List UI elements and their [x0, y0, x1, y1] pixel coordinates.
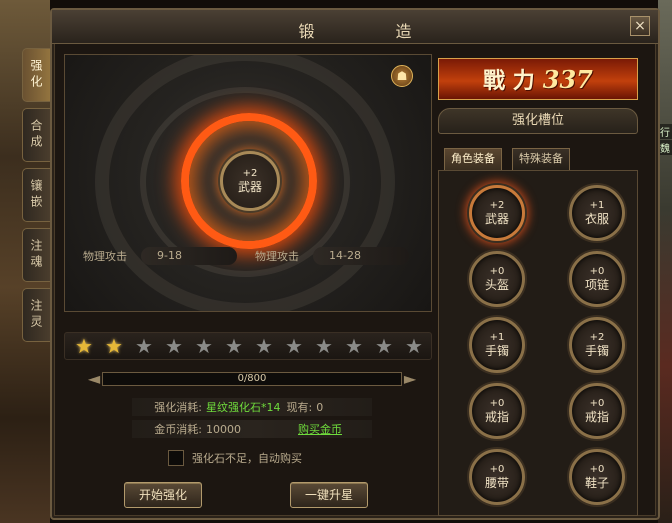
slot-ring-right[interactable]: +0 戒指	[569, 383, 625, 439]
close-button[interactable]: ×	[630, 16, 650, 36]
material-have-label: 现有:	[286, 401, 313, 414]
slot-name: 戒指	[484, 410, 509, 424]
progress-track: 0/800	[102, 372, 402, 386]
star-empty-icon: ★	[285, 334, 303, 358]
star-empty-icon: ★	[315, 334, 333, 358]
current-stat-value: 9-18	[141, 247, 237, 265]
one-click-upstar-button[interactable]: 一键升星	[290, 482, 368, 508]
selected-item-slot[interactable]: +2 武器	[220, 151, 280, 211]
star-empty-icon: ★	[165, 334, 183, 358]
tab-special-equipment[interactable]: 特殊装备	[512, 148, 570, 170]
material-cost-value: 星纹强化石*14	[206, 401, 281, 414]
combat-power-value: 337	[542, 64, 593, 94]
star-empty-icon: ★	[405, 334, 423, 358]
tab-inlay[interactable]: 镶嵌	[22, 168, 50, 222]
tab-character-equipment[interactable]: 角色装备	[444, 148, 502, 170]
slot-name: 腰带	[484, 476, 509, 490]
tab-strengthen[interactable]: 强化	[22, 48, 50, 102]
slot-ring-left[interactable]: +0 戒指	[469, 383, 525, 439]
material-have-value: 0	[316, 400, 324, 414]
star-empty-icon: ★	[225, 334, 243, 358]
star-filled-icon: ★	[105, 334, 123, 358]
selected-item-level: +2	[242, 168, 258, 179]
progress-text: 0/800	[237, 373, 267, 384]
material-cost-label: 强化消耗:	[154, 401, 202, 414]
material-cost-row: 强化消耗: 星纹强化石*14 现有: 0	[132, 398, 372, 416]
slot-weapon[interactable]: +2 武器	[469, 185, 525, 241]
gold-cost-row: 金币消耗: 10000 购买金币	[132, 420, 372, 438]
gold-cost-label: 金币消耗:	[154, 423, 202, 436]
slot-level: +2	[489, 200, 505, 211]
tab-soul-infuse[interactable]: 注魂	[22, 228, 50, 282]
combat-power-label: 戰 力	[483, 68, 535, 94]
star-filled-icon: ★	[75, 334, 93, 358]
slot-name: 项链	[584, 278, 609, 292]
selected-item-name: 武器	[237, 180, 262, 194]
slot-necklace[interactable]: +0 项链	[569, 251, 625, 307]
strengthen-progress: ◄ 0/800 ►	[82, 368, 422, 390]
next-stat-label: 物理攻击	[255, 250, 299, 263]
next-stat-value: 14-28	[313, 247, 409, 265]
star-empty-icon: ★	[255, 334, 273, 358]
slot-belt[interactable]: +0 腰带	[469, 449, 525, 505]
star-empty-icon: ★	[135, 334, 153, 358]
background-scene-right: 行 魏	[658, 0, 672, 523]
slot-level: +0	[489, 464, 505, 475]
slot-name: 手镯	[484, 344, 509, 358]
item-preview-panel: +2 武器 ☗ 物理攻击 9-18 物理攻击 14-28	[64, 54, 432, 312]
slot-helmet[interactable]: +0 头盔	[469, 251, 525, 307]
slot-level: +0	[589, 266, 605, 277]
next-stat: 物理攻击 14-28	[255, 247, 409, 265]
slot-name: 鞋子	[584, 476, 609, 490]
start-strengthen-button[interactable]: 开始强化	[124, 482, 202, 508]
slot-clothes[interactable]: +1 衣服	[569, 185, 625, 241]
tab-spirit-infuse[interactable]: 注灵	[22, 288, 50, 342]
slot-level: +0	[489, 266, 505, 277]
slot-bracelet-left[interactable]: +1 手镯	[469, 317, 525, 373]
slot-level: +1	[589, 200, 605, 211]
slot-level: +0	[589, 398, 605, 409]
slot-name: 头盔	[484, 278, 509, 292]
slot-name: 衣服	[584, 212, 609, 226]
slot-level: +0	[589, 464, 605, 475]
auto-buy-option: 强化石不足，自动购买	[168, 450, 302, 466]
gold-cost-value: 10000	[206, 422, 241, 436]
slot-level: +2	[589, 332, 605, 343]
auto-buy-label: 强化石不足，自动购买	[192, 452, 302, 465]
buy-gold-link[interactable]: 购买金币	[298, 421, 342, 437]
star-empty-icon: ★	[345, 334, 363, 358]
current-stat-label: 物理攻击	[83, 250, 127, 263]
emblem-icon[interactable]: ☗	[391, 65, 413, 87]
title-bar[interactable]: 锻 造 ×	[52, 10, 658, 44]
slot-shoes[interactable]: +0 鞋子	[569, 449, 625, 505]
combat-power-panel: 戰 力 337	[438, 58, 638, 100]
progress-right-cap: ►	[403, 369, 417, 388]
slot-level: +0	[489, 398, 505, 409]
tab-synthesize[interactable]: 合成	[22, 108, 50, 162]
slot-bracelet-right[interactable]: +2 手镯	[569, 317, 625, 373]
slot-name: 戒指	[584, 410, 609, 424]
scene-text: 魏	[658, 140, 672, 155]
slot-name: 手镯	[584, 344, 609, 358]
star-level-bar: ★ ★ ★ ★ ★ ★ ★ ★ ★ ★ ★ ★	[64, 332, 432, 360]
star-empty-icon: ★	[375, 334, 393, 358]
slot-name: 武器	[484, 212, 509, 226]
current-stat: 物理攻击 9-18	[83, 247, 237, 265]
auto-buy-checkbox[interactable]	[168, 450, 184, 466]
star-empty-icon: ★	[195, 334, 213, 358]
window-title: 锻 造	[298, 22, 450, 41]
equipment-slot-panel: +2 武器 +1 衣服 +0 头盔 +0 项链 +1 手镯 +2 手镯 +0 戒…	[438, 170, 638, 516]
forge-window: 锻 造 × +2 武器 ☗ 物理攻击 9-18 物理攻击 14-28 ★ ★ ★ ★ ★…	[50, 8, 660, 520]
slot-level: +1	[489, 332, 505, 343]
slot-panel-title: 强化槽位	[438, 108, 638, 134]
scene-text: 行	[658, 124, 672, 139]
